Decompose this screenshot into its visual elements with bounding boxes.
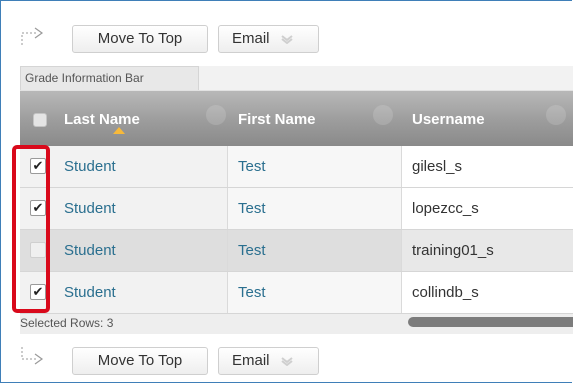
column-header-first-name[interactable]: First Name	[228, 91, 401, 146]
row-checkbox-cell: ✔	[20, 272, 54, 313]
action-bar-bottom: Move To Top Email	[9, 343, 573, 383]
row-checkbox-cell: ✔	[20, 146, 54, 187]
username-cell: gilesl_s	[402, 146, 573, 187]
table-header: Last Name First Name Username	[20, 91, 573, 146]
select-all-checkbox[interactable]	[33, 113, 47, 127]
selected-rows-count: Selected Rows: 3	[20, 316, 114, 330]
move-to-top-label: Move To Top	[97, 30, 183, 47]
row-checkbox-cell	[20, 230, 54, 271]
last-name-link[interactable]: Student	[54, 272, 228, 313]
column-header-last-name[interactable]: Last Name	[54, 91, 234, 146]
column-menu-icon[interactable]	[546, 105, 566, 125]
table-row: ✔ Student Test gilesl_s	[20, 146, 573, 188]
username-cell: training01_s	[402, 230, 573, 271]
chevron-down-icon	[281, 35, 293, 45]
username-cell: lopezcc_s	[402, 188, 573, 229]
email-button[interactable]: Email	[218, 25, 319, 53]
checkbox-checked-icon[interactable]: ✔	[30, 200, 46, 216]
move-to-top-label: Move To Top	[97, 352, 183, 369]
move-to-top-button[interactable]: Move To Top	[72, 347, 208, 375]
indent-arrow-icon	[21, 347, 44, 365]
table-row: Student Test training01_s	[20, 230, 573, 272]
grade-information-bar-tab[interactable]: Grade Information Bar	[20, 66, 199, 90]
grade-center-panel: Move To Top Email Grade Information Bar	[0, 0, 573, 383]
column-header-label: First Name	[238, 111, 316, 128]
checkbox-checked-icon[interactable]: ✔	[30, 158, 46, 174]
checkbox-unchecked-icon[interactable]	[30, 242, 46, 258]
row-checkbox-cell: ✔	[20, 188, 54, 229]
email-button[interactable]: Email	[218, 347, 319, 375]
first-name-link[interactable]: Test	[228, 146, 402, 187]
email-label: Email	[232, 30, 270, 47]
column-menu-icon[interactable]	[373, 105, 393, 125]
first-name-link[interactable]: Test	[228, 272, 402, 313]
chevron-down-icon	[281, 357, 293, 367]
grade-information-bar-label: Grade Information Bar	[25, 71, 144, 85]
grade-table: Last Name First Name Username ✔ Student …	[20, 91, 573, 334]
column-header-label: Last Name	[64, 111, 140, 128]
move-to-top-button[interactable]: Move To Top	[72, 25, 208, 53]
column-menu-icon[interactable]	[206, 105, 226, 125]
last-name-link[interactable]: Student	[54, 230, 228, 271]
last-name-link[interactable]: Student	[54, 188, 228, 229]
action-bar-top: Move To Top Email	[9, 17, 573, 57]
username-cell: collindb_s	[402, 272, 573, 313]
table-row: ✔ Student Test lopezcc_s	[20, 188, 573, 230]
checkbox-checked-icon[interactable]: ✔	[30, 284, 46, 300]
column-header-username[interactable]: Username	[402, 91, 573, 146]
first-name-link[interactable]: Test	[228, 188, 402, 229]
indent-arrow-icon	[21, 27, 44, 45]
column-header-label: Username	[412, 111, 485, 128]
last-name-link[interactable]: Student	[54, 146, 228, 187]
first-name-link[interactable]: Test	[228, 230, 402, 271]
email-label: Email	[232, 352, 270, 369]
horizontal-scrollbar-thumb[interactable]	[408, 317, 573, 327]
table-footer: Selected Rows: 3	[20, 314, 573, 334]
grade-information-bar: Grade Information Bar	[20, 66, 573, 91]
table-row: ✔ Student Test collindb_s	[20, 272, 573, 314]
